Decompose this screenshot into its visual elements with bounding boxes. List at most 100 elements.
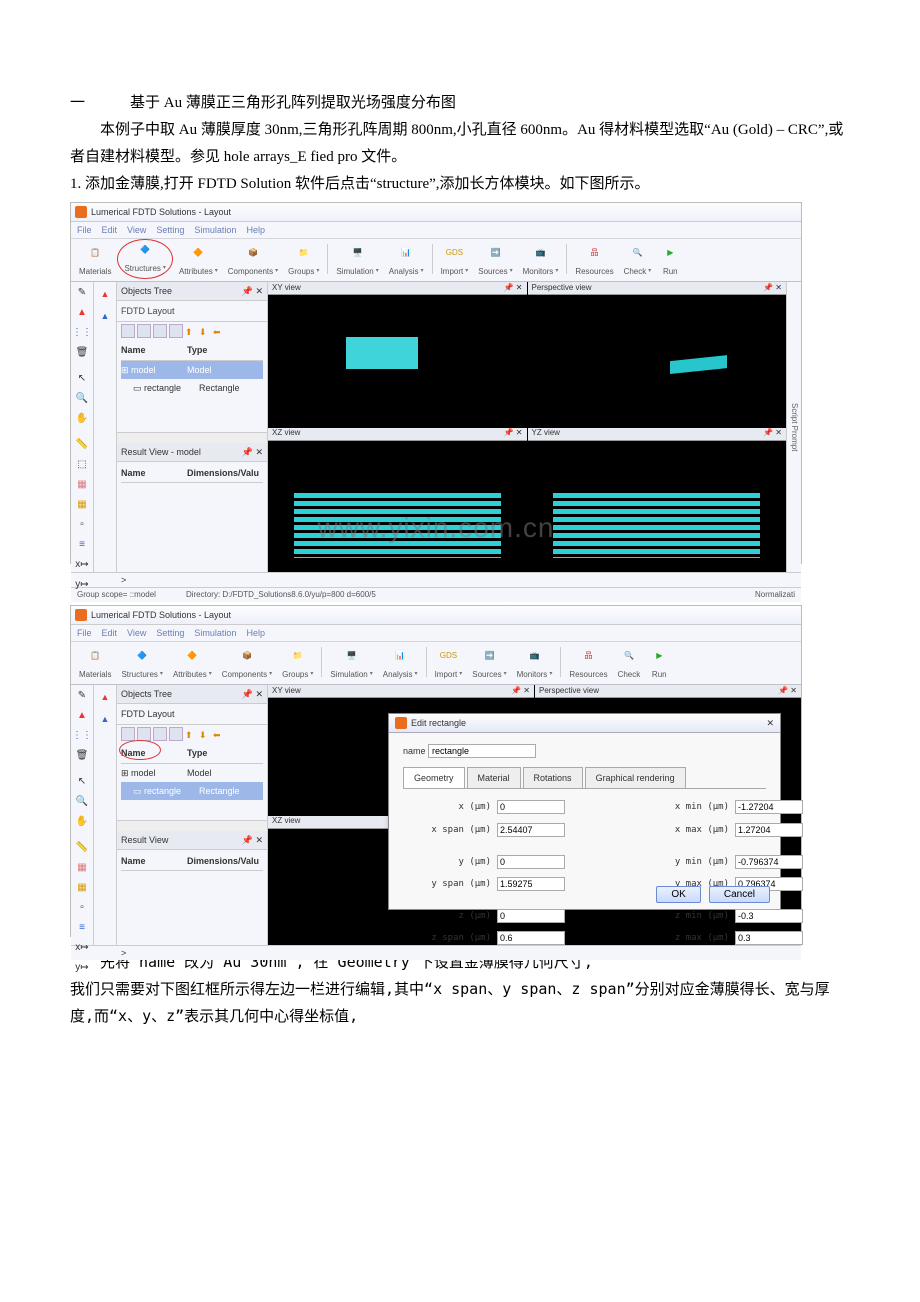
grid2-icon[interactable]: ▦ xyxy=(75,478,89,492)
tab-material[interactable]: Material xyxy=(467,767,521,788)
xz-view[interactable]: XZ view📌 ✕ xyxy=(268,428,527,573)
name-field[interactable] xyxy=(428,744,536,758)
toolbar-groups-button[interactable]: 📁Groups▾ xyxy=(284,245,323,279)
toolbar-analysis-button[interactable]: 📊Analysis▾ xyxy=(385,245,428,279)
menu-view[interactable]: View xyxy=(127,222,146,238)
delete-icon[interactable]: 🗑 xyxy=(75,749,89,763)
menu-simulation[interactable]: Simulation xyxy=(194,625,236,641)
x-axis-icon[interactable]: x↦ xyxy=(75,941,89,955)
menu-file[interactable]: File xyxy=(77,222,92,238)
tab-rotations[interactable]: Rotations xyxy=(523,767,583,788)
square-icon[interactable]: ▫ xyxy=(75,518,89,532)
xy-view[interactable]: XY view📌 ✕ xyxy=(268,282,527,427)
ruler-icon[interactable]: 📏 xyxy=(75,841,89,855)
toolbar-simulation-button[interactable]: 🖥️Simulation▾ xyxy=(332,245,382,279)
yz-view[interactable]: YZ view📌 ✕ xyxy=(528,428,787,573)
toolbar-analysis-button[interactable]: 📊Analysis▾ xyxy=(379,648,422,682)
zspan-field[interactable] xyxy=(497,931,565,945)
square-icon[interactable]: ▫ xyxy=(75,901,89,915)
tree-down-icon[interactable]: ⬇ xyxy=(199,727,211,739)
toolbar-structures-button[interactable]: 🔷Structures▾ xyxy=(117,648,166,682)
menu-view[interactable]: View xyxy=(127,625,146,641)
menu-file[interactable]: File xyxy=(77,625,92,641)
menu-edit[interactable]: Edit xyxy=(102,222,118,238)
xmax-field[interactable] xyxy=(735,823,803,837)
tree-btn-1[interactable] xyxy=(121,324,135,338)
pointer-icon[interactable]: ↖ xyxy=(75,775,89,789)
edit-icon[interactable]: ✎ xyxy=(75,286,89,300)
toolbar-sources-button[interactable]: ➡️Sources▾ xyxy=(474,245,516,279)
toolbar-sources-button[interactable]: ➡️Sources▾ xyxy=(468,648,510,682)
tree-tri2-icon[interactable]: ▲ xyxy=(101,711,110,727)
toolbar-materials-button[interactable]: 📋Materials xyxy=(75,648,115,682)
y-axis-icon[interactable]: y↦ xyxy=(75,961,89,975)
perspective-view[interactable]: Perspective view📌 ✕ xyxy=(528,282,787,427)
toolbar-monitors-button[interactable]: 📺Monitors▾ xyxy=(519,245,563,279)
tree-item-model[interactable]: ⊞ modelModel xyxy=(121,764,263,782)
tree-btn-4[interactable] xyxy=(169,324,183,338)
toolbar-monitors-button[interactable]: 📺Monitors▾ xyxy=(513,648,557,682)
hand-icon[interactable]: ✋ xyxy=(75,815,89,829)
hand-icon[interactable]: ✋ xyxy=(75,412,89,426)
toolbar-components-button[interactable]: 📦Components▾ xyxy=(224,245,282,279)
tree-item-rectangle[interactable]: ▭ rectangleRectangle xyxy=(121,782,263,800)
tree-left-icon[interactable]: ⬅ xyxy=(213,727,225,739)
menu-help[interactable]: Help xyxy=(246,625,265,641)
toolbar-run-button[interactable]: ▶Run xyxy=(657,245,683,279)
tree-item-model[interactable]: ⊞ modelModel xyxy=(121,361,263,379)
toolbar-check-button[interactable]: 🔍Check xyxy=(614,648,645,682)
menu-simulation[interactable]: Simulation xyxy=(194,222,236,238)
tree-btn-3[interactable] xyxy=(153,324,167,338)
panel-pin-icon[interactable]: 📌 ✕ xyxy=(242,686,263,702)
y-field[interactable] xyxy=(497,855,565,869)
grid2-icon[interactable]: ▦ xyxy=(75,861,89,875)
triangle-icon[interactable]: ▲ xyxy=(75,306,89,320)
toolbar-simulation-button[interactable]: 🖥️Simulation▾ xyxy=(326,648,376,682)
tree-btn-2[interactable] xyxy=(137,324,151,338)
toolbar-attributes-button[interactable]: 🔶Attributes▾ xyxy=(169,648,216,682)
zoom-icon[interactable]: 🔍 xyxy=(75,392,89,406)
x-axis-icon[interactable]: x↦ xyxy=(75,558,89,572)
ruler-icon[interactable]: 📏 xyxy=(75,438,89,452)
zoom-icon[interactable]: 🔍 xyxy=(75,795,89,809)
grid3-icon[interactable]: ▦ xyxy=(75,881,89,895)
tree-up-icon[interactable]: ⬆ xyxy=(185,324,197,336)
tree-tri2-icon[interactable]: ▲ xyxy=(101,308,110,324)
toolbar-resources-button[interactable]: 品Resources xyxy=(565,648,611,682)
grid3-icon[interactable]: ▦ xyxy=(75,498,89,512)
zmax-field[interactable] xyxy=(735,931,803,945)
tree-tri-icon[interactable]: ▲ xyxy=(101,286,110,302)
toolbar-import-button[interactable]: GDSImport▾ xyxy=(431,648,467,682)
toolbar-import-button[interactable]: GDSImport▾ xyxy=(437,245,473,279)
tree-scrollbar[interactable] xyxy=(117,432,267,443)
tree-item-rectangle[interactable]: ▭ rectangleRectangle xyxy=(121,379,263,397)
edit-icon[interactable]: ✎ xyxy=(75,689,89,703)
menu-setting[interactable]: Setting xyxy=(156,222,184,238)
result-pin-icon[interactable]: 📌 ✕ xyxy=(242,832,263,848)
tab-geometry[interactable]: Geometry xyxy=(403,767,465,788)
toolbar-materials-button[interactable]: 📋Materials xyxy=(75,245,115,279)
dialog-close-icon[interactable]: ✕ xyxy=(766,715,774,731)
yspan-field[interactable] xyxy=(497,877,565,891)
tree-scrollbar[interactable] xyxy=(117,820,267,831)
cancel-button[interactable]: Cancel xyxy=(709,886,770,903)
toolbar-run-button[interactable]: ▶Run xyxy=(646,648,672,682)
axes-icon[interactable]: ⬚ xyxy=(75,458,89,472)
ok-button[interactable]: OK xyxy=(656,886,700,903)
xmin-field[interactable] xyxy=(735,800,803,814)
menu-help[interactable]: Help xyxy=(246,222,265,238)
bars-icon[interactable]: ≡ xyxy=(75,921,89,935)
ymin-field[interactable] xyxy=(735,855,803,869)
tree-tri-icon[interactable]: ▲ xyxy=(101,689,110,705)
toolbar-attributes-button[interactable]: 🔶Attributes▾ xyxy=(175,245,222,279)
toolbar-check-button[interactable]: 🔍Check▾ xyxy=(620,245,656,279)
tree-down-icon[interactable]: ⬇ xyxy=(199,324,211,336)
xspan-field[interactable] xyxy=(497,823,565,837)
triangle-icon[interactable]: ▲ xyxy=(75,709,89,723)
delete-icon[interactable]: 🗑 xyxy=(75,346,89,360)
z-field[interactable] xyxy=(497,909,565,923)
tree-btn-4[interactable] xyxy=(169,727,183,741)
grid-icon[interactable]: ⋮⋮ xyxy=(75,326,89,340)
tree-up-icon[interactable]: ⬆ xyxy=(185,727,197,739)
toolbar-resources-button[interactable]: 品Resources xyxy=(571,245,617,279)
